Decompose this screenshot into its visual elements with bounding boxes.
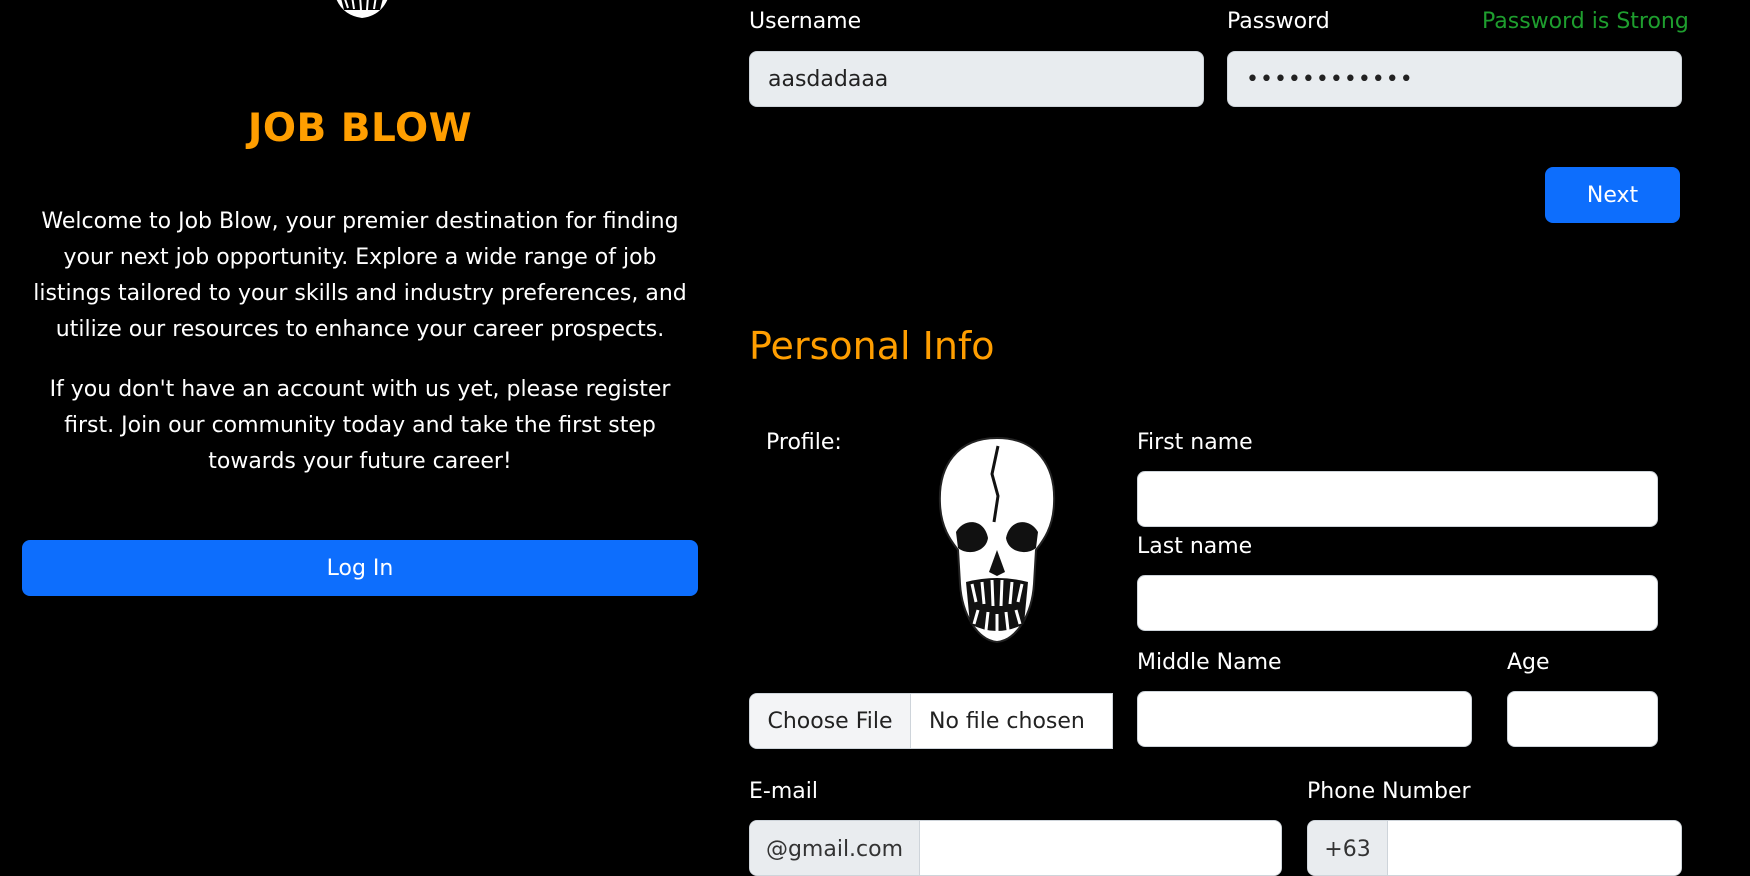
phone-number-input[interactable] [1388,821,1681,875]
welcome-panel: JOB BLOW Welcome to Job Blow, your premi… [22,0,698,852]
email-suffix-addon: @gmail.com [750,821,920,875]
phone-prefix-addon: +63 [1308,821,1388,875]
password-strength-text: Password is Strong [1482,9,1689,34]
password-label: Password [1227,9,1330,34]
brand-title: JOB BLOW [247,106,473,151]
username-label: Username [749,9,862,34]
password-input[interactable] [1227,51,1682,107]
profile-label: Profile: [766,430,842,455]
first-name-input[interactable] [1137,471,1658,527]
choose-file-button[interactable]: Choose File [750,694,911,748]
last-name-label: Last name [1137,534,1253,559]
age-label: Age [1507,650,1550,675]
profile-file-picker[interactable]: Choose File No file chosen [749,693,1113,749]
phone-number-label: Phone Number [1307,779,1471,804]
registration-form: Username Password Password is Strong Nex… [749,0,1749,876]
email-input-group: @gmail.com [749,820,1282,876]
skull-avatar-icon [938,436,1056,644]
email-label: E-mail [749,779,818,804]
email-input[interactable] [920,821,1281,875]
first-name-label: First name [1137,430,1253,455]
file-status-text: No file chosen [929,708,1085,734]
phone-input-group: +63 [1307,820,1682,876]
intro-paragraph: Welcome to Job Blow, your premier destin… [33,209,687,342]
last-name-input[interactable] [1137,575,1658,631]
personal-info-title: Personal Info [749,324,995,368]
skull-logo-icon [336,0,388,18]
middle-name-label: Middle Name [1137,650,1282,675]
login-button[interactable]: Log In [22,540,698,596]
register-paragraph: If you don't have an account with us yet… [49,377,671,474]
age-input[interactable] [1507,691,1658,747]
next-button[interactable]: Next [1545,167,1680,223]
username-input[interactable] [749,51,1204,107]
middle-name-input[interactable] [1137,691,1472,747]
